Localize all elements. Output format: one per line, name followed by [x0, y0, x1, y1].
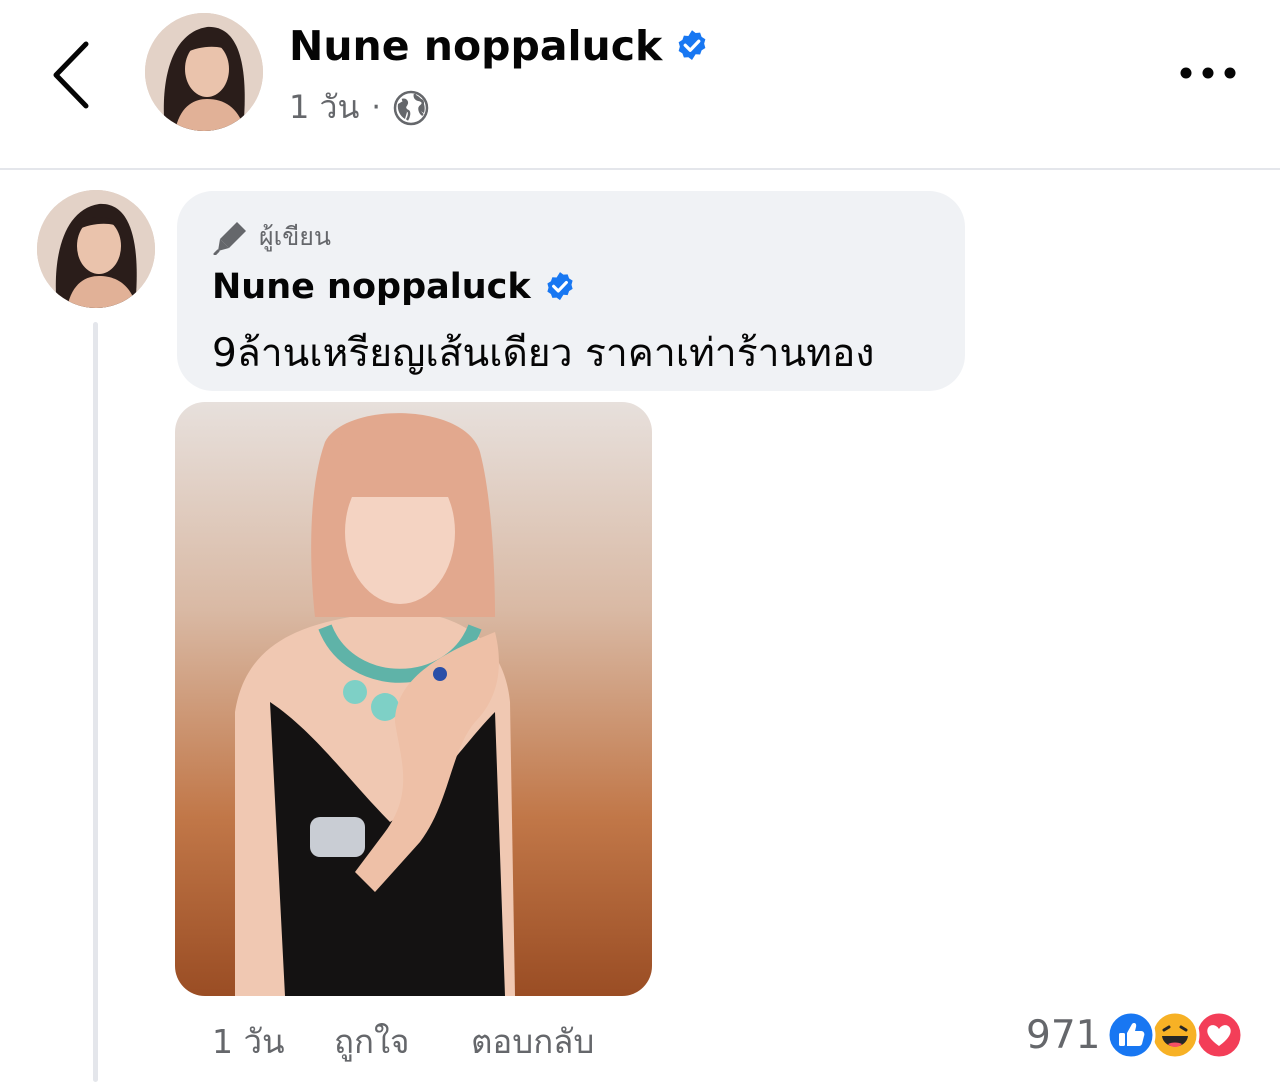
comment-time[interactable]: 1 วัน — [212, 1015, 285, 1068]
verified-badge-icon — [547, 272, 573, 301]
love-reaction-icon — [1194, 1010, 1244, 1060]
back-button[interactable] — [46, 40, 96, 110]
chevron-left-icon — [53, 41, 89, 109]
author-badge-label: ผู้เขียน — [259, 222, 332, 251]
commenter-name-text[interactable]: Nune noppaluck — [212, 267, 531, 307]
more-horizontal-icon — [1180, 67, 1236, 79]
like-reaction-icon — [1106, 1010, 1156, 1060]
verified-badge-icon — [678, 30, 706, 60]
more-options-button[interactable] — [1176, 56, 1240, 90]
comment-text: 9ล้านเหรียญเส้นเดียว ราคาเท่าร้านทอง — [212, 331, 875, 376]
like-button[interactable]: ถูกใจ — [334, 1015, 409, 1068]
pen-icon — [213, 222, 246, 255]
commenter-name[interactable]: Nune noppaluck — [212, 267, 577, 307]
reaction-icons[interactable] — [1106, 1008, 1256, 1062]
thread-line — [93, 322, 98, 1082]
haha-reaction-icon — [1150, 1010, 1200, 1060]
reaction-count[interactable]: 971 — [1026, 1013, 1100, 1058]
globe-icon[interactable] — [393, 90, 429, 126]
reply-button[interactable]: ตอบกลับ — [471, 1015, 594, 1068]
commenter-avatar[interactable] — [37, 190, 155, 308]
poster-name[interactable]: Nune noppaluck — [289, 22, 710, 70]
comment-photo[interactable] — [175, 402, 652, 996]
post-time[interactable]: 1 วัน — [289, 82, 359, 133]
post-header: Nune noppaluck 1 วัน · — [0, 0, 1280, 170]
meta-separator: · — [371, 90, 381, 125]
poster-avatar[interactable] — [145, 13, 263, 131]
post-meta: 1 วัน · — [289, 82, 429, 133]
poster-name-text[interactable]: Nune noppaluck — [289, 22, 662, 70]
comment-bubble: ผู้เขียน Nune noppaluck 9ล้านเหรียญเส้นเ… — [177, 191, 965, 391]
reaction-summary[interactable]: 971 — [1026, 1008, 1256, 1062]
author-badge: ผู้เขียน — [213, 217, 331, 257]
